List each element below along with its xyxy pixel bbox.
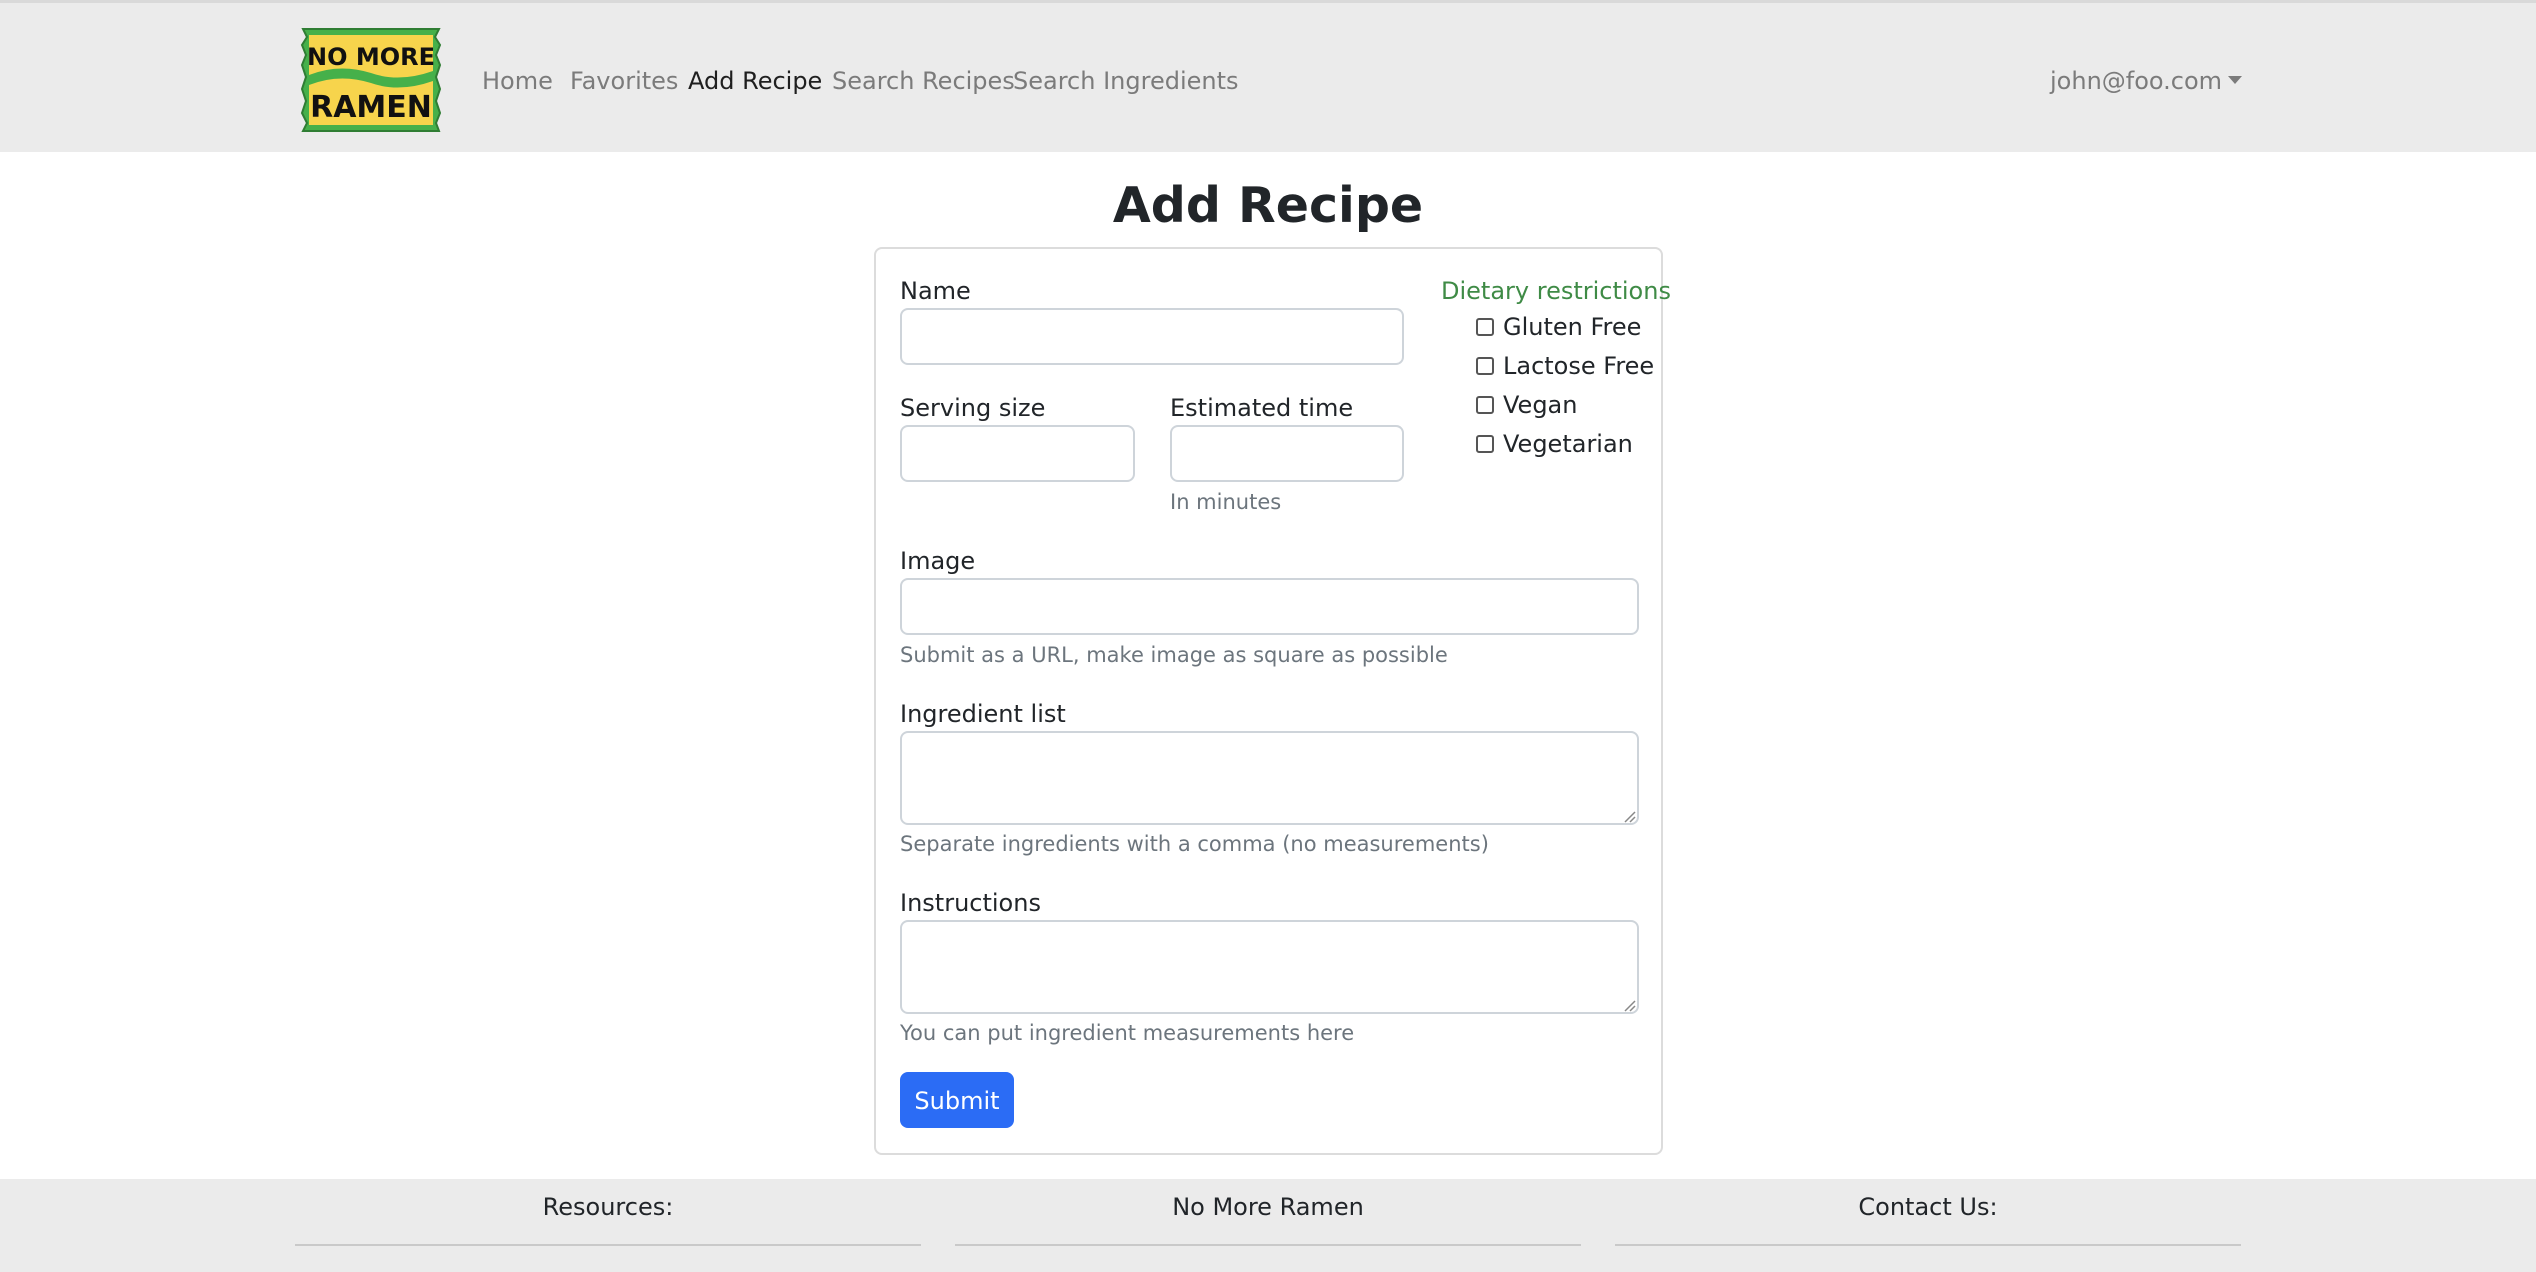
estimated-time-input[interactable] [1170, 425, 1404, 482]
instructions-textarea[interactable] [900, 920, 1639, 1014]
resize-handle-icon[interactable] [1622, 998, 1636, 1012]
nav-search-recipes[interactable]: Search Recipes [832, 65, 1015, 97]
checkbox-box[interactable] [1476, 396, 1494, 414]
navbar: NO MORE RAMEN Home Favorites Add Recipe … [0, 0, 2536, 152]
footer: Resources: No More Ramen Contact Us: [0, 1179, 2536, 1272]
checkbox-label: Lactose Free [1503, 352, 1655, 380]
nav-home[interactable]: Home [482, 65, 553, 97]
image-help: Submit as a URL, make image as square as… [900, 643, 1448, 667]
footer-column-resources: Resources: [295, 1179, 921, 1272]
divider [1615, 1244, 2241, 1246]
estimated-time-help: In minutes [1170, 490, 1282, 514]
ingredient-list-help: Separate ingredients with a comma (no me… [900, 832, 1489, 856]
footer-column-brand: No More Ramen [955, 1179, 1581, 1272]
instructions-label: Instructions [900, 889, 1041, 917]
dietary-restrictions-title: Dietary restrictions [1441, 277, 1671, 305]
ingredient-list-textarea[interactable] [900, 731, 1639, 825]
logo-text-line2: RAMEN [310, 90, 432, 125]
resize-handle-icon[interactable] [1622, 809, 1636, 823]
checkbox-box[interactable] [1476, 357, 1494, 375]
footer-column-contact: Contact Us: [1615, 1179, 2241, 1272]
name-input[interactable] [900, 308, 1404, 365]
no-more-ramen-logo[interactable]: NO MORE RAMEN [299, 27, 443, 133]
page-title: Add Recipe [1112, 177, 1424, 234]
instructions-help: You can put ingredient measurements here [900, 1021, 1355, 1045]
nav-favorites[interactable]: Favorites [570, 65, 678, 97]
divider [295, 1244, 921, 1246]
submit-button[interactable]: Submit [900, 1072, 1014, 1128]
user-email: john@foo.com [2050, 67, 2223, 95]
name-label: Name [900, 277, 971, 305]
serving-size-label: Serving size [900, 394, 1046, 422]
chevron-down-icon [2228, 76, 2243, 84]
checkbox-box[interactable] [1476, 318, 1494, 336]
checkbox-label: Gluten Free [1503, 313, 1642, 341]
nav-search-ingredients[interactable]: Search Ingredients [1013, 65, 1239, 97]
footer-heading: No More Ramen [1172, 1193, 1364, 1221]
checkbox-label: Vegan [1503, 391, 1578, 419]
checkbox-label: Vegetarian [1503, 430, 1633, 458]
footer-heading: Contact Us: [1858, 1193, 1998, 1221]
divider [955, 1244, 1581, 1246]
checkbox-box[interactable] [1476, 435, 1494, 453]
ingredient-list-label: Ingredient list [900, 700, 1066, 728]
logo-text-line1: NO MORE [307, 43, 435, 71]
serving-size-input[interactable] [900, 425, 1135, 482]
image-url-input[interactable] [900, 578, 1639, 635]
nav-add-recipe[interactable]: Add Recipe [688, 65, 822, 97]
estimated-time-label: Estimated time [1170, 394, 1354, 422]
footer-heading: Resources: [542, 1193, 674, 1221]
add-recipe-form: Name Serving size Estimated time In minu… [874, 247, 1671, 1155]
user-menu-dropdown[interactable]: john@foo.com [2050, 65, 2243, 97]
image-label: Image [900, 547, 976, 575]
